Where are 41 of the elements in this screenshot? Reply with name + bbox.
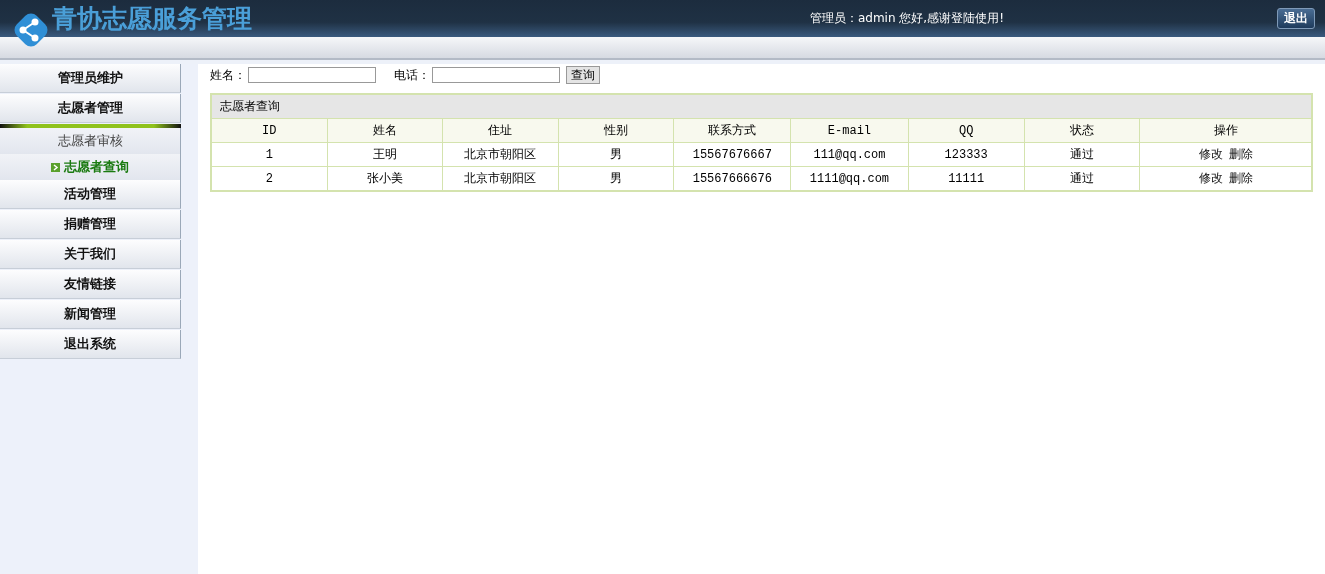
action-link[interactable]: 删除 <box>1228 171 1253 185</box>
submenu-item[interactable]: 志愿者查询 <box>0 154 181 180</box>
action-link[interactable]: 删除 <box>1228 147 1253 161</box>
table-cell: 15567676667 <box>673 142 791 167</box>
menu-item[interactable]: 活动管理 <box>0 180 181 209</box>
column-header: 联系方式 <box>673 118 791 143</box>
table-cell: 123333 <box>908 142 1025 167</box>
table-title: 志愿者查询 <box>211 94 1312 119</box>
greeting-text: 管理员：admin 您好,感谢登陆使用! <box>809 10 1004 27</box>
field-label: 电话： <box>394 66 430 84</box>
arrow-icon <box>51 162 60 172</box>
table-cell: 男 <box>558 142 674 167</box>
column-header: QQ <box>908 118 1025 143</box>
column-header: 住址 <box>442 118 559 143</box>
field-label: 姓名： <box>210 66 246 84</box>
logout-button[interactable]: 退出 <box>1277 8 1315 29</box>
column-header: 操作 <box>1139 118 1312 143</box>
action-link[interactable]: 修改 <box>1198 147 1223 161</box>
search-button[interactable]: 查询 <box>566 66 600 84</box>
column-header: 姓名 <box>327 118 443 143</box>
menu-item[interactable]: 友情链接 <box>0 270 181 299</box>
column-header: E-mail <box>790 118 908 143</box>
search-field[interactable] <box>248 67 376 83</box>
table-cell: 王明 <box>327 142 443 167</box>
table-cell: 111@qq.com <box>790 142 908 167</box>
column-header: 状态 <box>1024 118 1140 143</box>
table-cell: 通过 <box>1024 142 1140 167</box>
column-header: ID <box>211 118 328 143</box>
search-field[interactable] <box>432 67 560 83</box>
menu-item[interactable]: 退出系统 <box>0 330 181 359</box>
menu-item[interactable]: 志愿者管理 <box>0 94 181 123</box>
menu-item[interactable]: 管理员维护 <box>0 64 181 93</box>
menu-item[interactable]: 捐赠管理 <box>0 210 181 239</box>
column-header: 性别 <box>558 118 674 143</box>
table-cell: 1 <box>211 142 328 167</box>
app-title: 青协志愿服务管理 <box>52 3 252 35</box>
submenu-item[interactable]: 志愿者审核 <box>0 128 181 154</box>
table-cell: 北京市朝阳区 <box>442 142 559 167</box>
menu-item[interactable]: 关于我们 <box>0 240 181 269</box>
action-link[interactable]: 修改 <box>1198 171 1223 185</box>
menu-item[interactable]: 新闻管理 <box>0 300 181 329</box>
